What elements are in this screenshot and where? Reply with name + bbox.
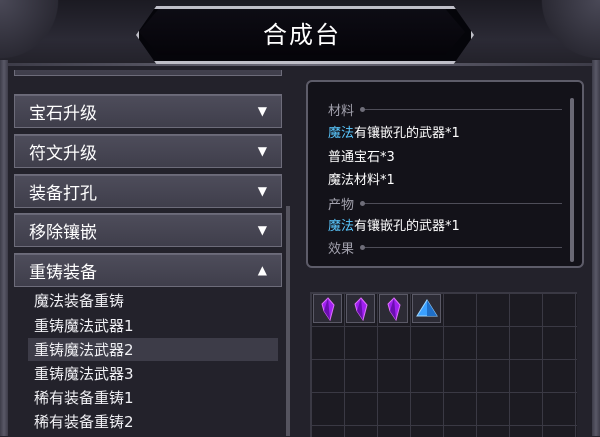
section-divider bbox=[360, 244, 562, 250]
purple-crystal-icon bbox=[320, 296, 335, 321]
section-divider bbox=[360, 106, 562, 112]
category-label: 符文升级 bbox=[29, 143, 97, 164]
purple-crystal-icon bbox=[386, 296, 401, 321]
material-text: 有镶嵌孔的武器*1 bbox=[354, 126, 460, 141]
category-equip-socket[interactable]: 装备打孔 ▼ bbox=[14, 174, 282, 208]
recipe-item-label: 魔法装备重铸 bbox=[34, 292, 125, 310]
section-divider bbox=[360, 200, 562, 206]
chevron-down-icon: ▼ bbox=[257, 144, 267, 158]
detail-scrollbar[interactable] bbox=[570, 98, 574, 262]
chevron-up-icon: ▲ bbox=[257, 263, 267, 277]
product-heading: 产物 bbox=[328, 194, 562, 213]
category-label: 移除镶嵌 bbox=[29, 222, 97, 243]
material-text: 魔法材料*1 bbox=[328, 173, 395, 188]
category-scrollbar[interactable] bbox=[286, 206, 290, 436]
recipe-item[interactable]: 魔法装备重铸 bbox=[28, 289, 278, 312]
product-highlight: 魔法 bbox=[328, 219, 355, 234]
chevron-down-icon: ▼ bbox=[257, 184, 267, 198]
category-remove-inlay[interactable]: 移除镶嵌 ▼ bbox=[14, 213, 282, 247]
frame-ornament-right bbox=[530, 0, 600, 66]
recipe-item-label: 稀有装备重铸2 bbox=[34, 413, 134, 431]
recipe-item-label: 稀有装备重铸1 bbox=[34, 389, 134, 407]
category-label: 宝石升级 bbox=[29, 103, 97, 124]
material-slot[interactable] bbox=[379, 294, 408, 323]
product-line: 魔法有镶嵌孔的武器*1 bbox=[328, 215, 460, 234]
recipe-item[interactable]: 重铸魔法武器1 bbox=[28, 314, 278, 337]
frame-rail-left bbox=[0, 60, 8, 436]
material-line: 魔法材料*1 bbox=[328, 169, 395, 188]
recipe-item-selected[interactable]: 重铸魔法武器2 bbox=[28, 338, 278, 361]
title-plate: 合成台 bbox=[139, 9, 465, 55]
window-title: 合成台 bbox=[263, 20, 341, 49]
blue-pyramid-gem-icon bbox=[415, 298, 438, 316]
material-slot[interactable] bbox=[313, 294, 342, 323]
chevron-down-icon: ▼ bbox=[257, 223, 267, 237]
material-slot[interactable] bbox=[412, 294, 441, 323]
purple-crystal-icon bbox=[353, 296, 368, 321]
recipe-item-label: 重铸魔法武器2 bbox=[34, 341, 134, 359]
recipe-category-list[interactable]: 宝石升级 ▼ 符文升级 ▼ 装备打孔 ▼ 移除镶嵌 ▼ 重铸装备 ▲ 魔法装备重… bbox=[14, 70, 286, 436]
material-highlight: 魔法 bbox=[328, 126, 355, 141]
recipe-item-label: 重铸魔法武器1 bbox=[34, 317, 134, 335]
product-heading-text: 产物 bbox=[328, 197, 355, 213]
category-rune-upgrade[interactable]: 符文升级 ▼ bbox=[14, 134, 282, 168]
recipe-item[interactable]: 稀有装备重铸1 bbox=[28, 386, 278, 409]
materials-heading-text: 材料 bbox=[328, 103, 355, 119]
material-line: 魔法有镶嵌孔的武器*1 bbox=[328, 122, 460, 141]
frame-rail-right bbox=[592, 60, 600, 436]
materials-heading: 材料 bbox=[328, 100, 562, 119]
recipe-item-label: 重铸魔法武器3 bbox=[34, 365, 134, 383]
material-line: 普通宝石*3 bbox=[328, 146, 395, 165]
material-slot[interactable] bbox=[346, 294, 375, 323]
category-gem-upgrade[interactable]: 宝石升级 ▼ bbox=[14, 94, 282, 128]
recipe-item[interactable]: 稀有装备重铸2 bbox=[28, 410, 278, 433]
frame-ornament-left bbox=[0, 0, 70, 66]
category-label: 重铸装备 bbox=[29, 262, 97, 283]
effect-heading-text: 效果 bbox=[328, 241, 355, 257]
recipe-detail-panel: 材料 魔法有镶嵌孔的武器*1 普通宝石*3 魔法材料*1 产物 魔法有镶嵌孔的武… bbox=[306, 80, 584, 268]
category-label: 装备打孔 bbox=[29, 183, 97, 204]
effect-heading: 效果 bbox=[328, 238, 562, 257]
material-text: 普通宝石*3 bbox=[328, 150, 395, 165]
category-reforge-equip[interactable]: 重铸装备 ▲ bbox=[14, 253, 282, 287]
chevron-down-icon: ▼ bbox=[257, 104, 267, 118]
category-header-partial[interactable] bbox=[14, 70, 282, 76]
product-text: 有镶嵌孔的武器*1 bbox=[354, 219, 460, 234]
recipe-item[interactable]: 重铸魔法武器3 bbox=[28, 362, 278, 385]
